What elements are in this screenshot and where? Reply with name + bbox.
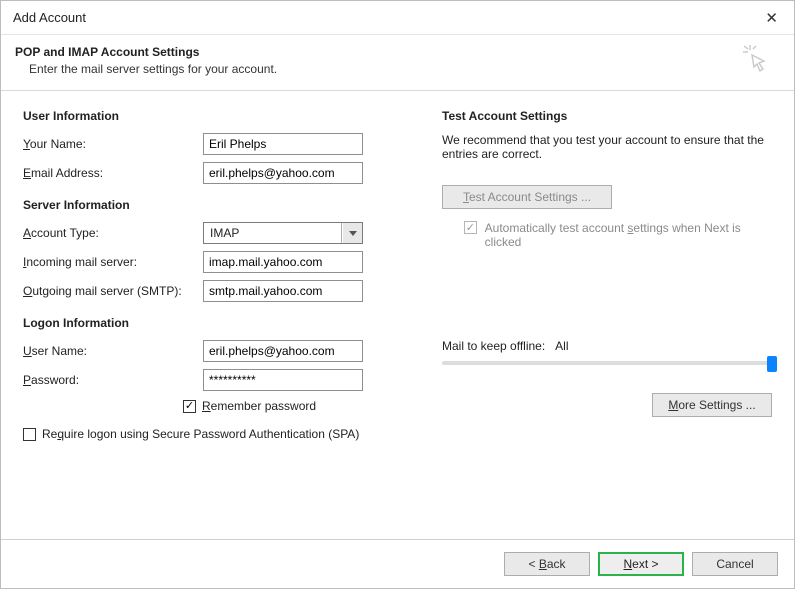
title-bar: Add Account ✕ xyxy=(1,1,794,35)
mail-offline-label: Mail to keep offline: xyxy=(442,339,545,353)
wizard-title: POP and IMAP Account Settings xyxy=(15,45,780,59)
mail-offline-group: Mail to keep offline: All xyxy=(442,339,772,365)
wizard-subtitle: Enter the mail server settings for your … xyxy=(29,62,780,76)
test-account-button-label: Test Account Settings ... xyxy=(463,190,591,204)
remember-password-label: Remember password xyxy=(202,399,316,413)
window-title: Add Account xyxy=(13,10,759,25)
more-settings-button[interactable]: More Settings ... xyxy=(652,393,772,417)
auto-test-row: Automatically test account settings when… xyxy=(464,221,772,249)
mail-offline-slider[interactable] xyxy=(442,361,772,365)
right-column: Test Account Settings We recommend that … xyxy=(442,109,772,441)
outgoing-server-input[interactable] xyxy=(203,280,363,302)
account-type-label: Account Type: xyxy=(23,226,203,240)
remember-password-checkbox[interactable] xyxy=(183,400,196,413)
chevron-down-icon[interactable] xyxy=(342,223,362,243)
incoming-label: Incoming mail server: xyxy=(23,255,203,269)
your-name-label: Your Name: xyxy=(23,137,203,151)
auto-test-checkbox[interactable] xyxy=(464,221,477,234)
test-account-button[interactable]: Test Account Settings ... xyxy=(442,185,612,209)
email-input[interactable] xyxy=(203,162,363,184)
user-name-label: User Name: xyxy=(23,344,203,358)
more-settings-label: More Settings ... xyxy=(668,398,755,412)
wizard-header: POP and IMAP Account Settings Enter the … xyxy=(1,35,794,91)
incoming-server-input[interactable] xyxy=(203,251,363,273)
user-info-heading: User Information xyxy=(23,109,412,123)
click-cursor-icon xyxy=(742,43,776,80)
mail-offline-value: All xyxy=(555,339,568,353)
spa-checkbox[interactable] xyxy=(23,428,36,441)
outgoing-label: Outgoing mail server (SMTP): xyxy=(23,284,203,298)
server-info-heading: Server Information xyxy=(23,198,412,212)
content-area: User Information Your Name: Email Addres… xyxy=(1,91,794,451)
logon-heading: Logon Information xyxy=(23,316,412,330)
password-input[interactable] xyxy=(203,369,363,391)
account-type-select[interactable]: IMAP xyxy=(203,222,363,244)
back-button[interactable]: < Back xyxy=(504,552,590,576)
test-heading: Test Account Settings xyxy=(442,109,772,123)
your-name-input[interactable] xyxy=(203,133,363,155)
cancel-button[interactable]: Cancel xyxy=(692,552,778,576)
password-label: Password: xyxy=(23,373,203,387)
footer-buttons: < Back Next > Cancel xyxy=(1,539,794,588)
next-button[interactable]: Next > xyxy=(598,552,684,576)
auto-test-label: Automatically test account settings when… xyxy=(485,221,772,249)
left-column: User Information Your Name: Email Addres… xyxy=(23,109,412,441)
close-icon[interactable]: ✕ xyxy=(759,7,784,29)
back-button-label: < Back xyxy=(528,557,565,571)
slider-thumb[interactable] xyxy=(767,356,777,372)
test-intro: We recommend that you test your account … xyxy=(442,133,772,161)
next-button-label: Next > xyxy=(623,557,658,571)
spa-label: Require logon using Secure Password Auth… xyxy=(42,427,359,441)
email-label: Email Address: xyxy=(23,166,203,180)
user-name-input[interactable] xyxy=(203,340,363,362)
account-type-value: IMAP xyxy=(204,223,342,243)
